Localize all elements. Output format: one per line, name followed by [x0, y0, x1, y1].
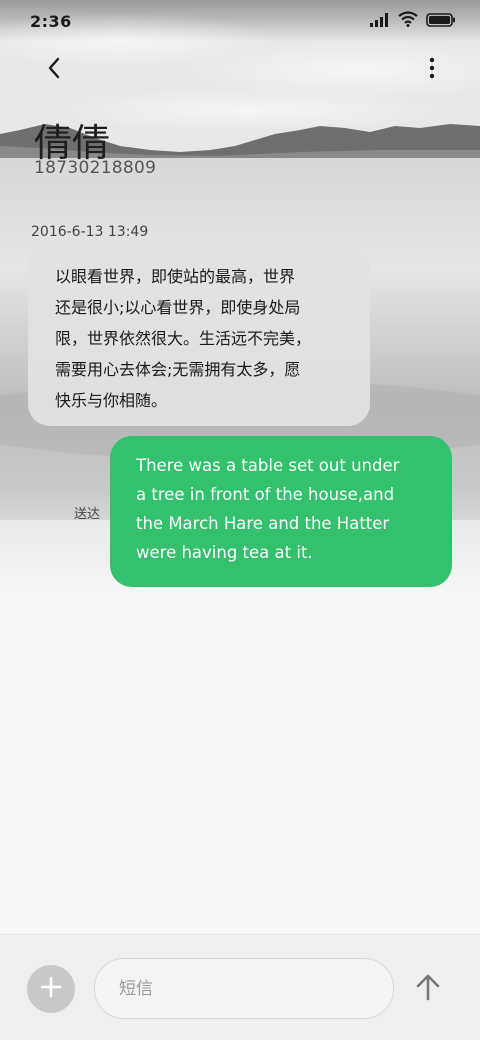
delivery-status: 送达: [74, 507, 101, 522]
back-button[interactable]: [38, 54, 70, 86]
plus-icon: [40, 976, 62, 1002]
status-icons: [370, 11, 456, 31]
message-line: 限，世界依然很大。生活远不完美，: [55, 329, 312, 348]
message-line: There was a table set out under: [136, 456, 400, 475]
back-arrow-icon: [47, 57, 61, 83]
add-attachment-button[interactable]: [27, 965, 75, 1013]
message-composer: [0, 934, 480, 1040]
message-input[interactable]: [94, 958, 394, 1019]
message-line: a tree in front of the house,and: [136, 485, 395, 504]
more-vertical-icon: [429, 57, 435, 83]
outgoing-message-bubble[interactable]: There was a table set out under a tree in…: [110, 436, 452, 587]
message-line: 还是很小;以心看世界，即使身处局: [55, 298, 301, 317]
battery-icon: [426, 12, 456, 31]
incoming-message-bubble[interactable]: 以眼看世界，即使站的最高，世界 还是很小;以心看世界，即使身处局 限，世界依然很大。…: [28, 245, 370, 426]
contact-number: 18730218809: [34, 158, 157, 178]
message-line: the March Hare and the Hatter: [136, 514, 390, 533]
message-line: 快乐与你相随。: [55, 391, 168, 410]
status-bar: 2:36: [0, 0, 480, 42]
arrow-up-icon: [416, 973, 440, 1005]
message-timestamp: 2016-6-13 13:49: [31, 224, 149, 240]
message-line: 以眼看世界，即使站的最高，世界: [55, 267, 296, 286]
send-button[interactable]: [410, 971, 446, 1007]
wifi-icon: [398, 11, 418, 31]
more-options-button[interactable]: [422, 54, 442, 86]
sms-conversation-screen: 2:36 倩倩 18730218809 2016-6-13 13:49 以眼看世…: [0, 0, 480, 1040]
signal-icon: [370, 12, 390, 31]
top-nav: [0, 50, 480, 90]
message-line: 需要用心去体会;无需拥有太多，愿: [55, 360, 301, 379]
status-time: 2:36: [30, 11, 72, 31]
message-line: were having tea at it.: [136, 543, 313, 562]
